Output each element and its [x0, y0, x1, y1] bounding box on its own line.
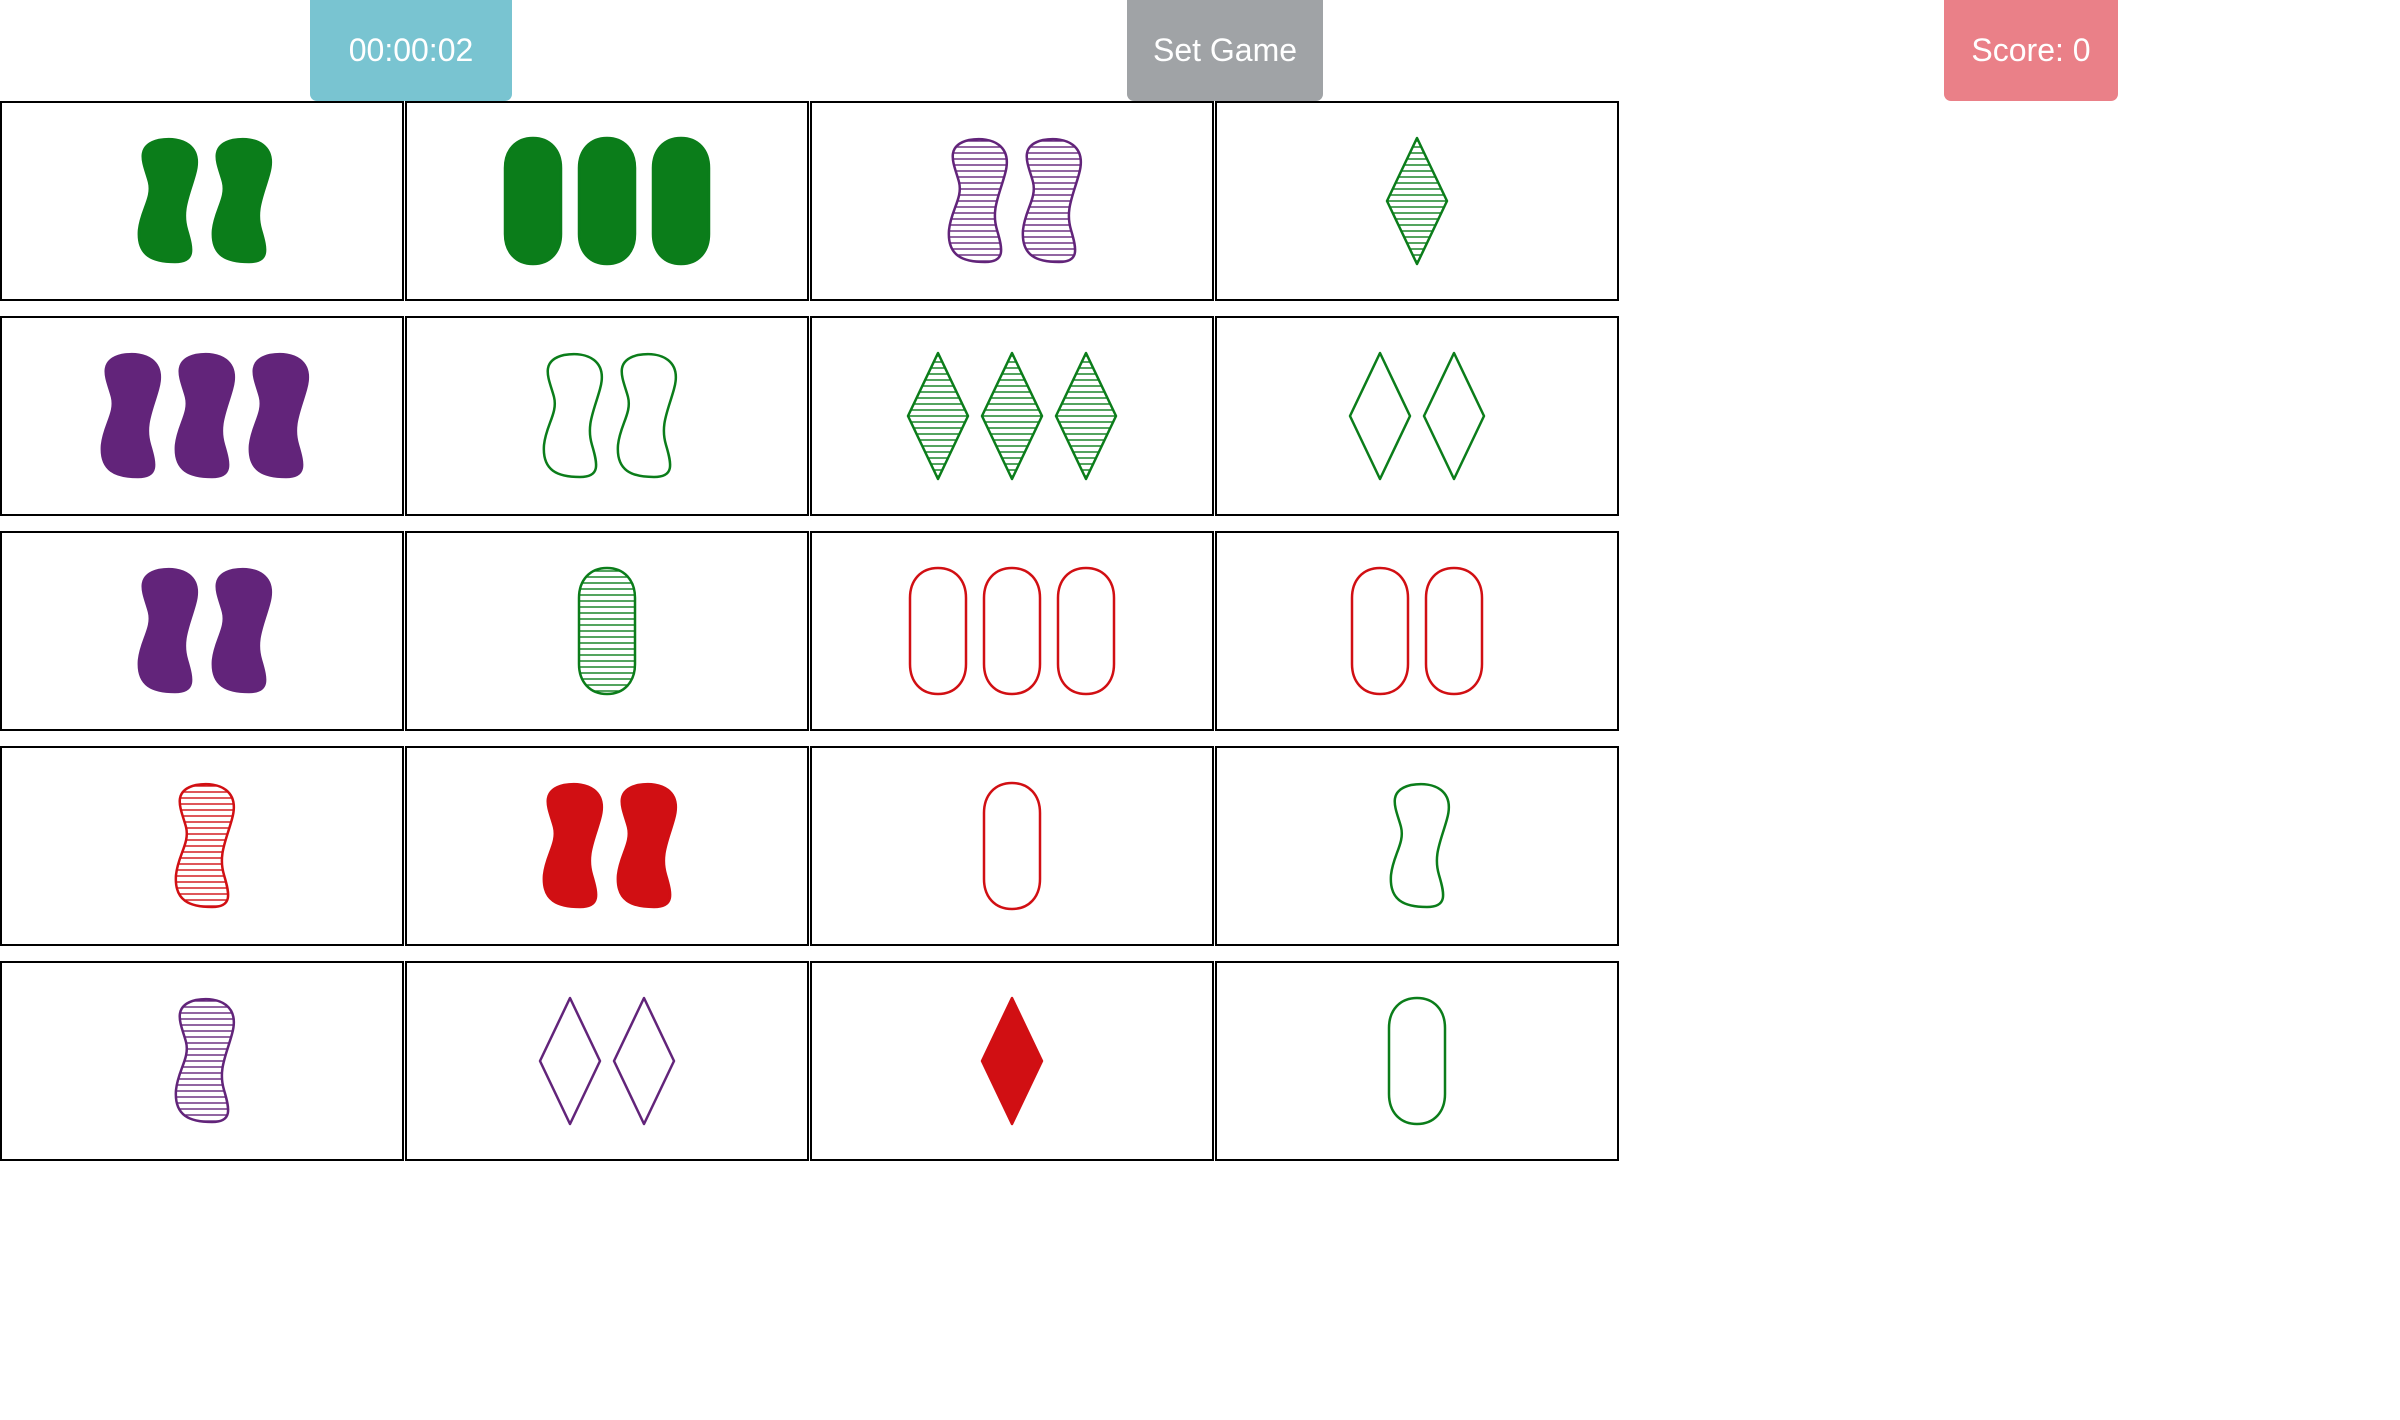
card-face [1350, 566, 1484, 696]
squiggle-symbol [1021, 137, 1082, 264]
set-game-button[interactable]: Set Game [1127, 0, 1323, 101]
set-card[interactable] [1215, 316, 1619, 516]
squiggle-symbol [174, 997, 235, 1124]
set-card[interactable] [1215, 961, 1619, 1161]
oval-symbol [1387, 996, 1447, 1126]
diamond-symbol [538, 996, 602, 1126]
set-card[interactable] [405, 746, 809, 946]
oval-symbol [651, 136, 711, 266]
set-card[interactable] [405, 531, 809, 731]
diamond-symbol [1422, 351, 1486, 481]
oval-symbol [908, 566, 968, 696]
card-face [503, 136, 711, 266]
oval-symbol [1424, 566, 1484, 696]
diamond-symbol [612, 996, 676, 1126]
set-card[interactable] [405, 316, 809, 516]
oval-symbol [1056, 566, 1116, 696]
card-face [1387, 996, 1447, 1126]
set-card[interactable] [405, 961, 809, 1161]
card-face [1385, 136, 1449, 266]
set-card[interactable] [810, 101, 1214, 301]
squiggle-symbol [174, 782, 235, 909]
card-face [100, 352, 309, 479]
card-face [577, 566, 637, 696]
card-face [947, 137, 1082, 264]
card-face [174, 782, 235, 909]
card-face [1389, 782, 1450, 909]
card-face [906, 351, 1118, 481]
diamond-symbol [1348, 351, 1412, 481]
squiggle-symbol [947, 137, 1008, 264]
card-face [137, 137, 272, 264]
oval-symbol [982, 566, 1042, 696]
squiggle-symbol [100, 352, 161, 479]
card-face [542, 782, 677, 909]
squiggle-symbol [211, 137, 272, 264]
oval-symbol [577, 566, 637, 696]
card-face [982, 781, 1042, 911]
score-button[interactable]: Score: 0 [1944, 0, 2118, 101]
set-card[interactable] [0, 316, 404, 516]
set-card[interactable] [1215, 531, 1619, 731]
squiggle-symbol [616, 352, 677, 479]
set-card[interactable] [1215, 101, 1619, 301]
set-card[interactable] [810, 316, 1214, 516]
set-card[interactable] [0, 961, 404, 1161]
squiggle-symbol [616, 782, 677, 909]
set-card[interactable] [0, 746, 404, 946]
oval-symbol [503, 136, 563, 266]
card-face [174, 997, 235, 1124]
squiggle-symbol [542, 782, 603, 909]
top-toolbar: 00:00:02 Set Game Score: 0 [0, 0, 2400, 101]
squiggle-symbol [248, 352, 309, 479]
set-card[interactable] [810, 961, 1214, 1161]
card-face [538, 996, 676, 1126]
diamond-symbol [1054, 351, 1118, 481]
timer-button[interactable]: 00:00:02 [310, 0, 512, 101]
oval-symbol [577, 136, 637, 266]
squiggle-symbol [542, 352, 603, 479]
squiggle-symbol [174, 352, 235, 479]
card-face [542, 352, 677, 479]
oval-symbol [982, 781, 1042, 911]
diamond-symbol [980, 996, 1044, 1126]
oval-symbol [1350, 566, 1410, 696]
diamond-symbol [1385, 136, 1449, 266]
set-card[interactable] [810, 531, 1214, 731]
card-face [908, 566, 1116, 696]
squiggle-symbol [211, 567, 272, 694]
squiggle-symbol [1389, 782, 1450, 909]
set-card[interactable] [0, 101, 404, 301]
diamond-symbol [906, 351, 970, 481]
diamond-symbol [980, 351, 1044, 481]
card-face [980, 996, 1044, 1126]
set-card[interactable] [405, 101, 809, 301]
card-face [1348, 351, 1486, 481]
squiggle-symbol [137, 137, 198, 264]
set-card[interactable] [0, 531, 404, 731]
set-card[interactable] [810, 746, 1214, 946]
squiggle-symbol [137, 567, 198, 694]
set-card[interactable] [1215, 746, 1619, 946]
card-face [137, 567, 272, 694]
